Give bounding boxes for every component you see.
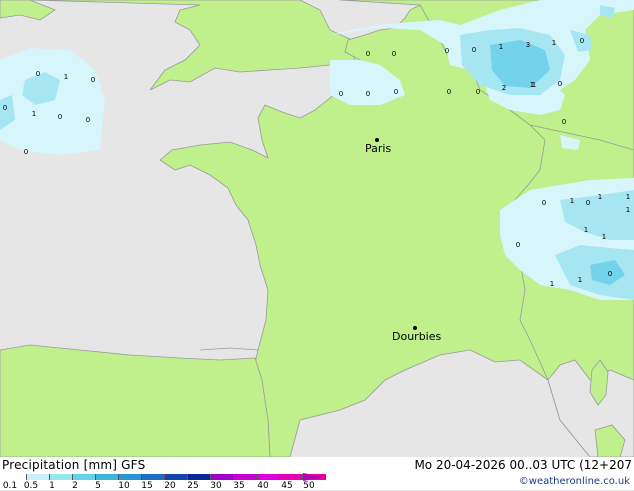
color-scale-swatch	[142, 474, 165, 480]
precip-value-label: 0	[447, 88, 451, 96]
color-scale-swatch	[234, 474, 257, 480]
precip-value-label: 1	[626, 193, 630, 201]
color-scale-swatch	[50, 474, 73, 480]
precip-value-label: 1	[626, 206, 630, 214]
precip-value-label: 1	[499, 43, 503, 51]
precip-value-label: 0	[91, 76, 95, 84]
precipitation-map: Paris Dourbies 0 1 001 0 000 0 00 0 0 0 01 3 1 0012 1 0…	[0, 0, 634, 457]
city-label-paris: Paris	[365, 142, 391, 155]
precip-value-label: 0	[86, 116, 90, 124]
precip-value-label: 1	[584, 226, 588, 234]
weather-map-page: Paris Dourbies 0100100000000000131001210…	[0, 0, 634, 491]
color-scale-swatch	[211, 474, 234, 480]
color-scale-swatch	[188, 474, 211, 480]
precip-value-label: 0	[392, 50, 396, 58]
color-scale-swatch	[165, 474, 188, 480]
map-title: Precipitation [mm] GFS	[2, 458, 146, 472]
precip-value-label: 0	[58, 113, 62, 121]
precip-value-label: 2	[502, 84, 506, 92]
color-scale-arrow	[303, 473, 325, 481]
precip-value-label: 1	[552, 39, 556, 47]
precip-value-label: 0	[476, 88, 480, 96]
color-scale-swatch	[96, 474, 119, 480]
precip-value-label: 1	[598, 193, 602, 201]
site-credit[interactable]: ©weatheronline.co.uk	[519, 476, 630, 487]
precip-value-label: 0	[394, 88, 398, 96]
precip-value-label: 1	[578, 276, 582, 284]
forecast-datetime: Mo 20-04-2026 00..03 UTC (12+207	[414, 458, 632, 472]
precip-value-label: 0	[339, 90, 343, 98]
precip-value-label: 1	[550, 280, 554, 288]
precip-value-label: 0	[24, 148, 28, 156]
precip-value-label: 3	[526, 41, 530, 49]
precip-value-label: 1	[64, 73, 68, 81]
precip-value-label: 0	[36, 70, 40, 78]
color-scale-swatch	[27, 474, 50, 480]
color-scale-swatch	[73, 474, 96, 480]
precip-value-label: 0	[586, 199, 590, 207]
precip-value-label: 0	[516, 241, 520, 249]
precip-value-label: 0	[366, 90, 370, 98]
precip-value-label: 0	[3, 104, 7, 112]
precip-value-label: 1	[532, 81, 536, 89]
color-scale	[4, 474, 326, 480]
precip-value-label: 1	[570, 197, 574, 205]
precip-value-label: 0	[608, 270, 612, 278]
city-label-dourbies: Dourbies	[392, 330, 442, 343]
color-scale-swatch	[280, 474, 303, 480]
precip-value-label: 0	[472, 46, 476, 54]
precip-value-label: 0	[542, 199, 546, 207]
color-scale-swatch	[4, 474, 27, 480]
precip-value-label: 0	[562, 118, 566, 126]
precip-value-label: 1	[32, 110, 36, 118]
land-spain	[0, 344, 271, 457]
legend-footer: Precipitation [mm] GFS Mo 20-04-2026 00.…	[0, 457, 634, 491]
precip-value-label: 0	[445, 47, 449, 55]
precip-value-label: 0	[366, 50, 370, 58]
precip-value-label: 0	[580, 37, 584, 45]
color-scale-swatch	[257, 474, 280, 480]
precip-value-label: 0	[558, 80, 562, 88]
color-scale-swatch	[119, 474, 142, 480]
precip-value-label: 1	[602, 233, 606, 241]
